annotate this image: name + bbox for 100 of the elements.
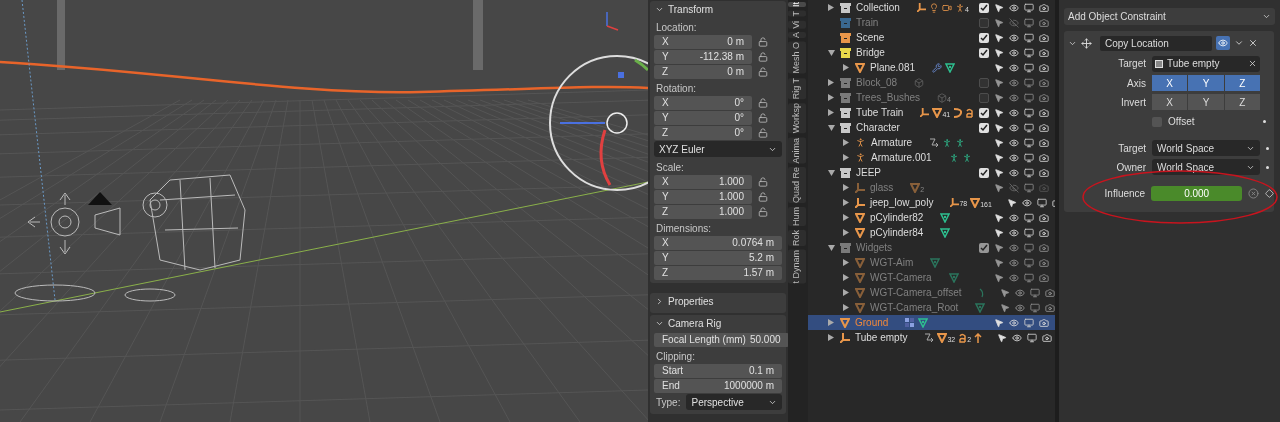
eye-icon[interactable] bbox=[1009, 137, 1019, 148]
number-field[interactable]: X 0 m bbox=[654, 34, 752, 49]
camera-icon[interactable] bbox=[1039, 62, 1049, 73]
monitor-icon[interactable] bbox=[1029, 287, 1040, 298]
unlock-icon[interactable] bbox=[758, 191, 768, 202]
checkbox[interactable] bbox=[979, 92, 989, 103]
expanded-triangle-icon[interactable] bbox=[828, 124, 835, 131]
panel-header[interactable]: Transform bbox=[650, 1, 786, 18]
chevron-icon[interactable] bbox=[1234, 38, 1244, 48]
outliner-row[interactable]: WGT-Aim bbox=[808, 255, 1055, 270]
collapsed-triangle-icon[interactable] bbox=[828, 94, 834, 101]
monitor-icon[interactable] bbox=[1024, 167, 1034, 178]
panel-header[interactable]: Camera Rig bbox=[650, 315, 786, 332]
constraint-name-field[interactable]: Copy Location bbox=[1100, 35, 1212, 51]
dropdown-field[interactable]: Perspective bbox=[686, 394, 782, 410]
unlock-icon[interactable] bbox=[758, 206, 768, 217]
pointer-icon[interactable] bbox=[994, 317, 1004, 328]
monitor-icon[interactable] bbox=[1024, 242, 1034, 253]
sidebar-tab[interactable]: Worksp bbox=[788, 103, 806, 134]
monitor-icon[interactable] bbox=[1027, 332, 1038, 343]
number-field[interactable]: Z 1.000 bbox=[654, 204, 752, 219]
eye-icon[interactable] bbox=[1009, 257, 1019, 268]
close-icon[interactable] bbox=[1248, 38, 1258, 48]
expanded-triangle-icon[interactable] bbox=[828, 244, 835, 251]
monitor-icon[interactable] bbox=[1024, 32, 1034, 43]
sidebar-tab[interactable]: Vi bbox=[788, 20, 806, 29]
eye-icon[interactable] bbox=[1009, 77, 1019, 88]
collapsed-triangle-icon[interactable] bbox=[843, 154, 849, 161]
number-field[interactable]: X 1.000 bbox=[654, 174, 752, 189]
camera-icon[interactable] bbox=[1039, 122, 1049, 133]
collapsed-triangle-icon[interactable] bbox=[843, 289, 849, 296]
sidebar-tab[interactable]: T bbox=[788, 11, 806, 17]
eye-icon[interactable] bbox=[1009, 272, 1019, 283]
outliner-row[interactable]: Bridge bbox=[808, 45, 1055, 60]
eye-icon[interactable] bbox=[1012, 332, 1023, 343]
monitor-icon[interactable] bbox=[1024, 47, 1034, 58]
eye-icon[interactable] bbox=[1009, 47, 1019, 58]
sidebar-tab[interactable]: A bbox=[788, 32, 806, 39]
number-field[interactable]: Start 0.1 m bbox=[654, 363, 782, 378]
sidebar-tab[interactable]: Anima bbox=[788, 137, 806, 164]
camera-icon[interactable] bbox=[1039, 317, 1049, 328]
collapsed-triangle-icon[interactable] bbox=[828, 319, 834, 326]
number-field[interactable]: End 1000000 m bbox=[654, 378, 782, 393]
checkbox[interactable] bbox=[979, 47, 989, 58]
pointer-icon[interactable] bbox=[994, 62, 1004, 73]
eye-icon[interactable] bbox=[1009, 92, 1019, 103]
eye-icon[interactable] bbox=[1009, 152, 1019, 163]
unlock-icon[interactable] bbox=[758, 176, 768, 187]
collapsed-triangle-icon[interactable] bbox=[843, 259, 849, 266]
sidebar-tab[interactable]: Quad Re bbox=[788, 167, 806, 204]
eye-icon[interactable] bbox=[1015, 302, 1026, 313]
collapsed-triangle-icon[interactable] bbox=[828, 334, 834, 341]
eye-icon[interactable] bbox=[1009, 242, 1019, 253]
eye-icon[interactable] bbox=[1009, 62, 1019, 73]
axis-toggle[interactable]: X bbox=[1152, 94, 1188, 110]
pointer-icon[interactable] bbox=[994, 227, 1004, 238]
outliner-row[interactable]: Scene bbox=[808, 30, 1055, 45]
axis-toggle[interactable]: Y bbox=[1188, 75, 1224, 91]
eye-icon[interactable] bbox=[1021, 197, 1032, 208]
collapsed-triangle-icon[interactable] bbox=[843, 274, 849, 281]
pointer-icon[interactable] bbox=[994, 122, 1004, 133]
checkbox[interactable] bbox=[979, 122, 989, 133]
collapsed-triangle-icon[interactable] bbox=[843, 304, 849, 311]
camera-icon[interactable] bbox=[1042, 332, 1053, 343]
dropdown-field[interactable]: XYZ Euler bbox=[654, 141, 782, 157]
eye-closed-icon[interactable] bbox=[1009, 182, 1019, 193]
pointer-icon[interactable] bbox=[994, 2, 1004, 13]
pointer-icon[interactable] bbox=[997, 332, 1008, 343]
pointer-icon[interactable] bbox=[994, 167, 1004, 178]
monitor-icon[interactable] bbox=[1024, 107, 1034, 118]
outliner-row[interactable]: pCylinder84 bbox=[808, 225, 1055, 240]
camera-icon[interactable] bbox=[1039, 212, 1049, 223]
pointer-icon[interactable] bbox=[994, 272, 1004, 283]
unlock-icon[interactable] bbox=[758, 127, 768, 138]
checkbox[interactable] bbox=[979, 32, 989, 43]
collapsed-triangle-icon[interactable] bbox=[828, 4, 834, 11]
monitor-icon[interactable] bbox=[1024, 212, 1034, 223]
camera-icon[interactable] bbox=[1039, 32, 1049, 43]
axis-toggle[interactable]: Z bbox=[1224, 94, 1260, 110]
number-field[interactable]: Z 0° bbox=[654, 125, 752, 140]
checkbox[interactable] bbox=[979, 17, 989, 28]
eye-icon[interactable] bbox=[1216, 36, 1230, 50]
monitor-icon[interactable] bbox=[1024, 92, 1034, 103]
sidebar-tab[interactable]: Rig T bbox=[788, 77, 806, 100]
eye-icon[interactable] bbox=[1009, 167, 1019, 178]
eye-icon[interactable] bbox=[1009, 317, 1019, 328]
camera-icon[interactable] bbox=[1039, 2, 1049, 13]
number-field[interactable]: Z 1.57 m bbox=[654, 265, 782, 280]
axis-toggle[interactable]: Y bbox=[1188, 94, 1224, 110]
checkbox[interactable] bbox=[979, 167, 989, 178]
collapsed-triangle-icon[interactable] bbox=[828, 79, 834, 86]
camera-icon[interactable] bbox=[1039, 137, 1049, 148]
pointer-icon[interactable] bbox=[994, 77, 1004, 88]
collapsed-triangle-icon[interactable] bbox=[843, 199, 849, 206]
outliner-row[interactable]: Armature bbox=[808, 135, 1055, 150]
pointer-icon[interactable] bbox=[994, 107, 1004, 118]
number-field[interactable]: Focal Length (mm) 50.000 bbox=[654, 332, 789, 347]
camera-icon[interactable] bbox=[1039, 227, 1049, 238]
number-field[interactable]: Y 1.000 bbox=[654, 189, 752, 204]
sidebar-tab[interactable]: Rok bbox=[788, 230, 806, 247]
